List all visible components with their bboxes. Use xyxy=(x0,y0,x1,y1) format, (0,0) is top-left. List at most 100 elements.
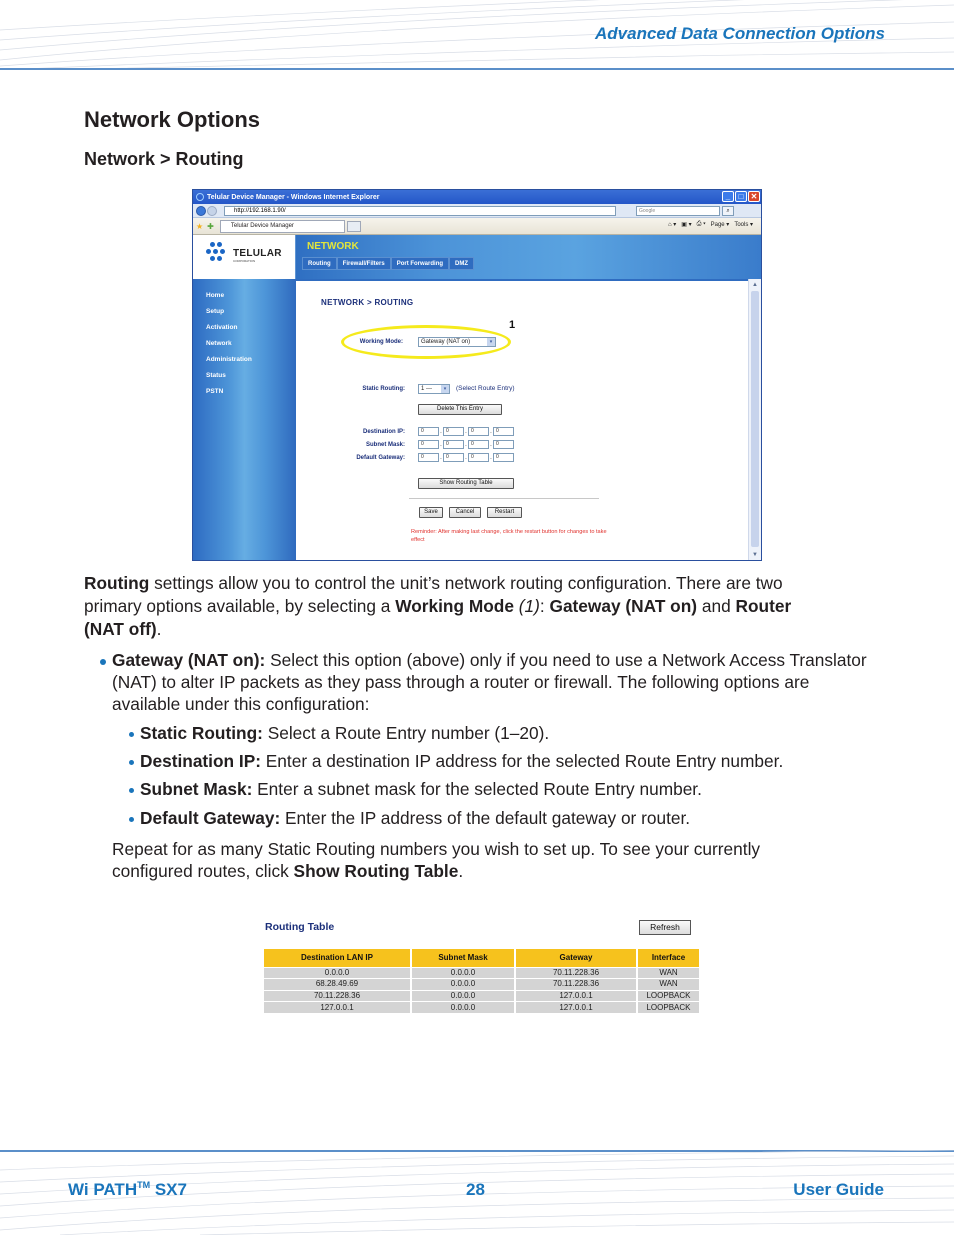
default-gateway-octet-2[interactable]: 0 xyxy=(443,453,464,462)
footer-rule xyxy=(0,1150,954,1152)
table-cell: 70.11.228.36 xyxy=(515,966,638,979)
new-tab-button[interactable] xyxy=(346,220,361,232)
bullet-icon xyxy=(100,659,106,665)
bullet-icon xyxy=(129,760,134,765)
nav-item-activation[interactable]: Activation xyxy=(193,323,296,339)
minimize-button[interactable]: _ xyxy=(722,191,734,202)
column-header: Destination LAN IP xyxy=(264,949,412,967)
table-cell: 0.0.0.0 xyxy=(264,966,412,979)
table-cell: 0.0.0.0 xyxy=(411,978,516,990)
nav-item-network[interactable]: Network xyxy=(193,339,296,355)
subtab-firewall-filters[interactable]: Firewall/Filters xyxy=(336,257,391,270)
nav-item-status[interactable]: Status xyxy=(193,371,296,387)
restart-button[interactable]: Restart xyxy=(487,507,522,518)
term-working-mode: Working Mode xyxy=(395,596,514,616)
sub-bullet-term: Default Gateway: xyxy=(140,808,281,828)
show-routing-table-button[interactable]: Show Routing Table xyxy=(418,478,514,489)
sub-bullet-text: Select a Route Entry number (1–20). xyxy=(262,723,550,743)
callout-ref: (1) xyxy=(513,596,540,616)
sub-bullet-term: Subnet Mask: xyxy=(140,779,253,799)
table-cell: 127.0.0.1 xyxy=(264,1001,412,1013)
back-icon[interactable] xyxy=(196,205,206,216)
column-header: Subnet Mask xyxy=(411,949,516,967)
trademark: TM xyxy=(137,1180,151,1190)
delete-entry-button[interactable]: Delete This Entry xyxy=(418,404,502,415)
nav-item-administration[interactable]: Administration xyxy=(193,355,296,371)
bullet-icon xyxy=(129,817,134,822)
sub-bullet-destination-ip: Destination IP: Enter a destination IP a… xyxy=(140,750,783,772)
close-button[interactable]: ✕ xyxy=(748,191,760,202)
subnet-mask-label: Subnet Mask: xyxy=(365,442,405,448)
sub-bullet-subnet-mask: Subnet Mask: Enter a subnet mask for the… xyxy=(140,778,702,800)
destination-ip-octet-2[interactable]: 0 xyxy=(443,427,464,436)
scroll-thumb[interactable] xyxy=(751,291,759,547)
subnet-mask-field: 0. 0. 0. 0 xyxy=(418,440,514,449)
destination-ip-octet-4[interactable]: 0 xyxy=(493,427,514,436)
subnet-mask-octet-3[interactable]: 0 xyxy=(468,440,489,449)
working-mode-value: Gateway (NAT on) xyxy=(421,339,471,345)
subtab-dmz[interactable]: DMZ xyxy=(449,257,475,270)
static-routing-hint: (Select Route Entry) xyxy=(456,385,515,392)
forward-icon[interactable] xyxy=(207,205,217,216)
subnet-mask-octet-1[interactable]: 0 xyxy=(418,440,439,449)
vertical-scrollbar[interactable]: ▲ ▼ xyxy=(748,279,761,560)
add-favorite-icon[interactable]: ✚ xyxy=(207,222,214,231)
page-menu[interactable]: Page ▾ xyxy=(711,221,730,228)
static-routing-value: 1 --- xyxy=(421,386,432,392)
chevron-down-icon: ▾ xyxy=(441,385,449,393)
maximize-button[interactable]: □ xyxy=(735,191,747,202)
default-gateway-octet-1[interactable]: 0 xyxy=(418,453,439,462)
restart-reminder: Reminder: After making last change, clic… xyxy=(411,529,607,543)
default-gateway-octet-3[interactable]: 0 xyxy=(468,453,489,462)
table-cell: 127.0.0.1 xyxy=(515,1001,638,1013)
column-header: Gateway xyxy=(515,949,638,967)
favorites-star-icon[interactable]: ★ xyxy=(196,222,203,231)
url-input[interactable]: http://192.168.1.90/ xyxy=(224,205,616,216)
subnet-mask-octet-2[interactable]: 0 xyxy=(443,440,464,449)
repeat-paragraph: Repeat for as many Static Routing number… xyxy=(112,838,832,882)
subtab-routing[interactable]: Routing xyxy=(302,257,337,270)
home-icon[interactable]: ⌂ ▾ xyxy=(668,221,676,228)
sub-bullet-static-routing: Static Routing: Select a Route Entry num… xyxy=(140,722,549,744)
intro-paragraph: Routing settings allow you to control th… xyxy=(84,572,824,641)
table-cell: 70.11.228.36 xyxy=(264,989,412,1002)
footer-guide: User Guide xyxy=(793,1180,884,1199)
left-nav: Home Setup Activation Network Administra… xyxy=(193,279,296,560)
search-icon[interactable]: ⌕ xyxy=(722,205,734,216)
sub-bullet-text: Enter a subnet mask for the selected Rou… xyxy=(252,779,702,799)
print-icon[interactable]: ⎙ ▾ xyxy=(697,221,706,228)
table-cell: 0.0.0.0 xyxy=(411,1001,516,1013)
destination-ip-octet-1[interactable]: 0 xyxy=(418,427,439,436)
save-button[interactable]: Save xyxy=(419,507,443,518)
working-mode-select[interactable]: Gateway (NAT on) ▾ xyxy=(418,337,496,347)
scroll-up-icon[interactable]: ▲ xyxy=(750,280,760,290)
feeds-icon[interactable]: ▣ ▾ xyxy=(681,221,691,228)
table-cell: WAN xyxy=(637,966,699,979)
browser-window-title: Telular Device Manager - Windows Interne… xyxy=(207,193,380,201)
browser-tab[interactable]: Telular Device Manager xyxy=(219,219,345,233)
bullet-icon xyxy=(129,732,134,737)
nav-item-pstn[interactable]: PSTN xyxy=(193,387,296,403)
nav-item-home[interactable]: Home xyxy=(193,291,296,307)
scroll-down-icon[interactable]: ▼ xyxy=(750,550,760,560)
intro-text-3: and xyxy=(697,596,736,616)
default-gateway-octet-4[interactable]: 0 xyxy=(493,453,514,462)
chevron-down-icon: ▾ xyxy=(487,338,495,346)
cancel-button[interactable]: Cancel xyxy=(449,507,481,518)
page-number: 28 xyxy=(466,1180,485,1199)
subtab-port-forwarding[interactable]: Port Forwarding xyxy=(390,257,450,270)
refresh-button[interactable]: Refresh xyxy=(639,920,691,935)
destination-ip-octet-3[interactable]: 0 xyxy=(468,427,489,436)
search-input[interactable]: Google xyxy=(636,205,720,216)
table-row: 0.0.0.0 0.0.0.0 70.11.228.36 WAN xyxy=(264,966,699,979)
routing-content: NETWORK > ROUTING 1 Working Mode: Gatewa… xyxy=(296,279,748,560)
table-cell: 0.0.0.0 xyxy=(411,966,516,979)
subnet-mask-octet-4[interactable]: 0 xyxy=(493,440,514,449)
sub-bullet-default-gateway: Default Gateway: Enter the IP address of… xyxy=(140,807,690,829)
static-routing-select[interactable]: 1 --- ▾ xyxy=(418,384,450,394)
tab-bar: ★ ✚ Telular Device Manager ⌂ ▾ ▣ ▾ ⎙ ▾ P… xyxy=(193,218,761,235)
term-show-routing-table: Show Routing Table xyxy=(293,861,459,881)
tools-menu[interactable]: Tools ▾ xyxy=(734,221,753,228)
working-mode-label: Working Mode: xyxy=(359,339,403,345)
nav-item-setup[interactable]: Setup xyxy=(193,307,296,323)
